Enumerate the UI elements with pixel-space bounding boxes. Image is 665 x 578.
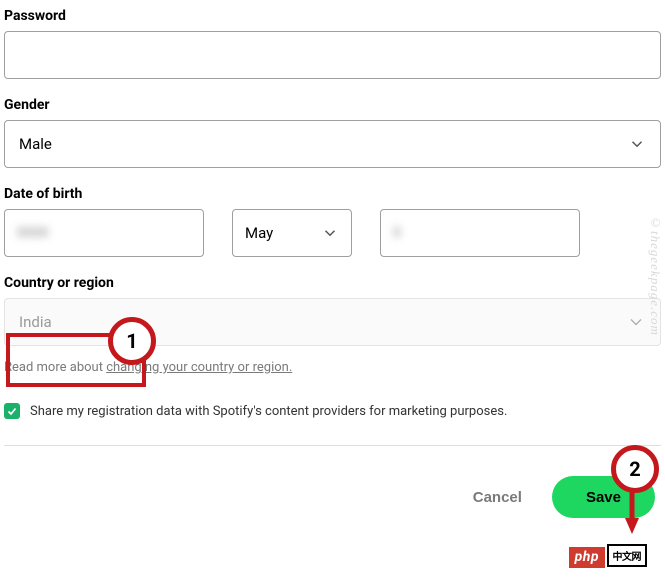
cn-watermark: 中文网 — [607, 544, 648, 567]
dob-label: Date of birth — [4, 186, 661, 202]
gender-label: Gender — [4, 97, 661, 113]
country-readmore: Read more about changing your country or… — [4, 360, 661, 375]
dob-month-select[interactable]: May — [232, 209, 352, 257]
divider — [4, 445, 661, 446]
password-label: Password — [4, 8, 661, 24]
annotation-step-1: 1 — [108, 317, 156, 365]
annotation-step-2: 2 — [611, 445, 659, 493]
dob-year-value: 0000 — [17, 225, 48, 241]
gender-value: Male — [19, 135, 52, 153]
marketing-label: Share my registration data with Spotify'… — [30, 404, 507, 419]
cancel-button[interactable]: Cancel — [457, 477, 538, 518]
chevron-down-icon — [628, 135, 646, 153]
password-input[interactable] — [4, 31, 661, 79]
chevron-down-icon — [626, 312, 646, 332]
dob-month-value: May — [245, 224, 273, 242]
country-label: Country or region — [4, 275, 661, 291]
country-select[interactable]: India — [4, 298, 661, 346]
dob-year-input[interactable]: 0000 — [4, 209, 204, 257]
annotation-arrow — [625, 490, 639, 538]
chevron-down-icon — [321, 224, 339, 242]
country-value: India — [19, 313, 52, 331]
gender-select[interactable]: Male — [4, 120, 661, 168]
php-watermark: php — [569, 547, 605, 568]
marketing-checkbox[interactable] — [4, 403, 20, 419]
dob-day-value: 0 — [393, 225, 401, 241]
dob-day-input[interactable]: 0 — [380, 209, 580, 257]
